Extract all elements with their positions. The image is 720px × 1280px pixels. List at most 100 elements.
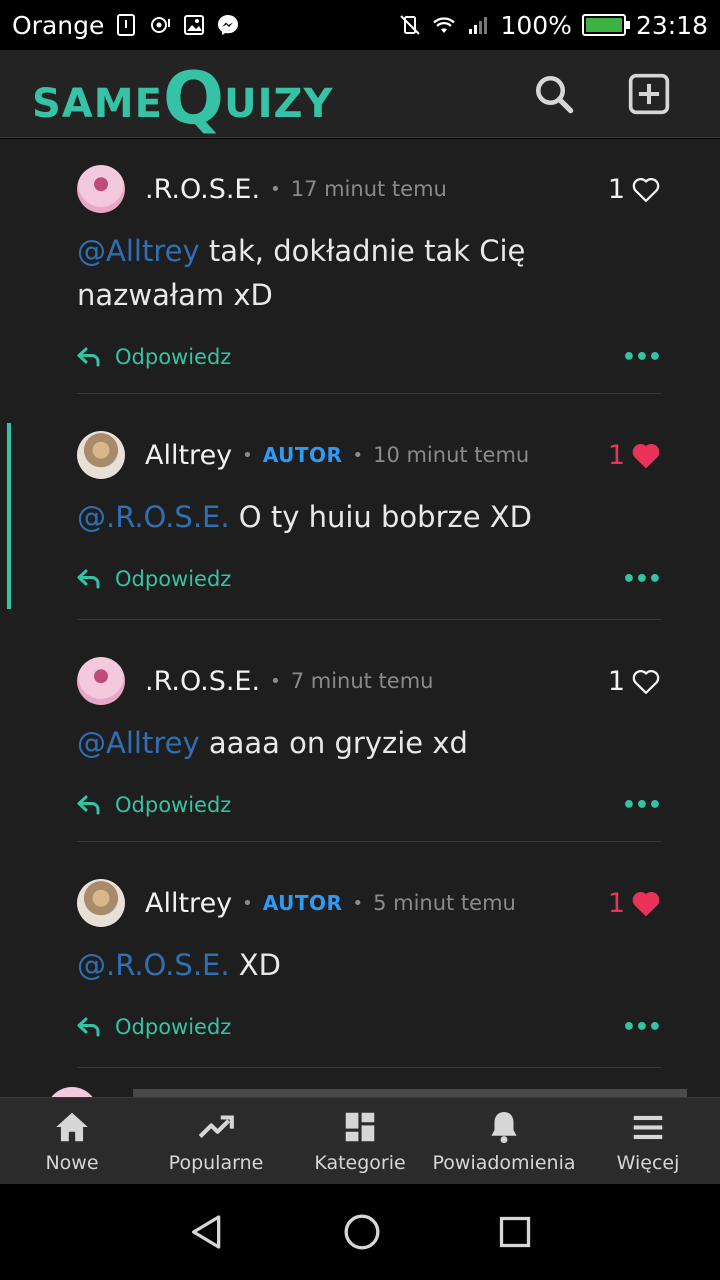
comment-item: .R.O.S.E. • 7 minut temu 1 @Alltrey aaaa… [77,657,662,825]
like-button[interactable]: 1 [608,174,661,205]
nav-label: Powiadomienia [432,1152,576,1174]
author-badge: AUTOR [262,891,343,915]
comment-author[interactable]: .R.O.S.E. [145,666,260,697]
comment-time: 10 minut temu [373,443,530,467]
like-button[interactable]: 1 [608,666,661,697]
comments-feed: .R.O.S.E. • 1 7 minut temu 1 @Alltrey tak… [0,139,720,1097]
comment-body: O ty huiu bobrze XD [229,500,532,534]
avatar[interactable] [77,879,125,927]
separator-dot: • [270,670,281,692]
mention-link[interactable]: @.R.O.S.E. [77,500,230,534]
comment-item: .R.O.S.E. • 17 minut temu 1 @Alltrey tak… [77,165,662,377]
heart-filled-icon [632,443,660,468]
reply-button[interactable]: Odpowiedz [77,567,231,591]
reply-button[interactable]: Odpowiedz [77,345,231,369]
separator-dot: • [242,444,253,466]
reply-label: Odpowiedz [115,793,232,817]
like-count: 1 [607,439,625,471]
comment-body: XD [229,948,282,982]
comment-item: Alltrey • AUTOR • 5 minut temu 1 @.R.O.S… [77,879,662,1047]
reply-label: Odpowiedz [115,1015,232,1039]
mention-link[interactable]: @Alltrey [77,234,200,268]
logo-q: Q [162,56,225,140]
divider [77,393,661,394]
comment-author[interactable]: .R.O.S.E. [145,174,260,205]
more-options-icon[interactable]: ••• [622,793,662,818]
like-count: 1 [607,665,625,697]
nav-label: Popularne [168,1152,264,1174]
avatar[interactable] [77,165,125,213]
battery-icon [581,14,630,36]
reply-label: Odpowiedz [115,345,232,369]
more-options-icon[interactable]: ••• [622,567,662,592]
sim-notification-icon [117,14,136,36]
add-quiz-button[interactable] [625,70,673,118]
separator-dot: • [352,892,364,914]
gallery-notification-icon [184,15,205,35]
separator-dot: • [270,178,281,200]
home-circle-icon[interactable] [342,1212,382,1252]
divider [77,619,661,620]
heart-outline-icon [632,669,660,694]
carrier-label: Orange [12,10,105,40]
reply-label: Odpowiedz [115,567,232,591]
nav-item-powiadomienia[interactable]: Powiadomienia [432,1098,576,1184]
signal-icon [469,17,488,34]
more-options-icon[interactable]: ••• [622,345,662,370]
comment-text: @Alltrey tak, dokładnie tak Cię nazwałam… [77,229,661,317]
comment-text: @Alltrey aaaa on gryzie xd [77,721,661,765]
search-icon [535,75,574,114]
heart-filled-icon [632,891,660,916]
app-header: SAME Q UIZY [0,50,720,138]
comment-item: Alltrey • AUTOR • 10 minut temu 1 @.R.O.… [7,423,662,609]
reply-input-bar[interactable] [133,1089,687,1097]
avatar[interactable] [77,657,125,705]
samequizy-logo[interactable]: SAME Q UIZY [32,56,333,136]
comment-author[interactable]: Alltrey [145,440,232,471]
more-options-icon[interactable]: ••• [622,1015,662,1040]
search-button[interactable] [530,70,578,118]
divider [77,841,661,842]
avatar [46,1087,98,1097]
nav-item-kategorie[interactable]: Kategorie [288,1098,432,1184]
logo-uizy: UIZY [224,81,334,127]
like-count: 1 [607,173,625,205]
separator-dot: • [242,892,253,914]
comment-text: @.R.O.S.E. O ty huiu bobrze XD [77,495,661,539]
like-button[interactable]: 1 [608,440,661,471]
logo-same: SAME [32,81,163,127]
nav-item-popularne[interactable]: Popularne [144,1098,288,1184]
reply-icon [77,795,100,815]
comment-time: 7 minut temu [290,669,434,693]
avatar[interactable] [77,431,125,479]
like-button[interactable]: 1 [608,888,661,919]
mention-link[interactable]: @Alltrey [77,726,200,760]
nav-item-wiecej[interactable]: Więcej [576,1098,720,1184]
recent-apps-icon[interactable] [497,1214,533,1250]
menu-icon [633,1115,663,1140]
system-navigation [0,1184,720,1280]
comment-time: 5 minut temu [373,891,516,915]
separator-dot: • [352,444,364,466]
nav-item-nowe[interactable]: Nowe [0,1098,144,1184]
vibrate-off-icon [400,15,421,35]
reply-icon [77,569,100,589]
author-badge: AUTOR [262,443,343,467]
reply-button[interactable]: Odpowiedz [77,793,231,817]
trending-icon [198,1115,234,1138]
reply-button[interactable]: Odpowiedz [77,1015,231,1039]
mention-link[interactable]: @.R.O.S.E. [77,948,230,982]
messenger-icon [218,15,239,35]
nav-label: Kategorie [314,1152,406,1174]
reply-icon [77,1017,100,1037]
status-bar: Orange 100% 23:18 [0,0,720,50]
nav-label: Więcej [616,1152,680,1174]
back-icon[interactable] [187,1212,227,1252]
bottom-navigation: Nowe Popularne Kategorie Powiadomienia W… [0,1097,720,1184]
reply-icon [77,347,100,367]
plus-square-icon [628,73,670,115]
comment-text: @.R.O.S.E. XD [77,943,661,987]
divider [77,1067,661,1068]
battery-fill [585,18,622,32]
comment-author[interactable]: Alltrey [145,888,232,919]
